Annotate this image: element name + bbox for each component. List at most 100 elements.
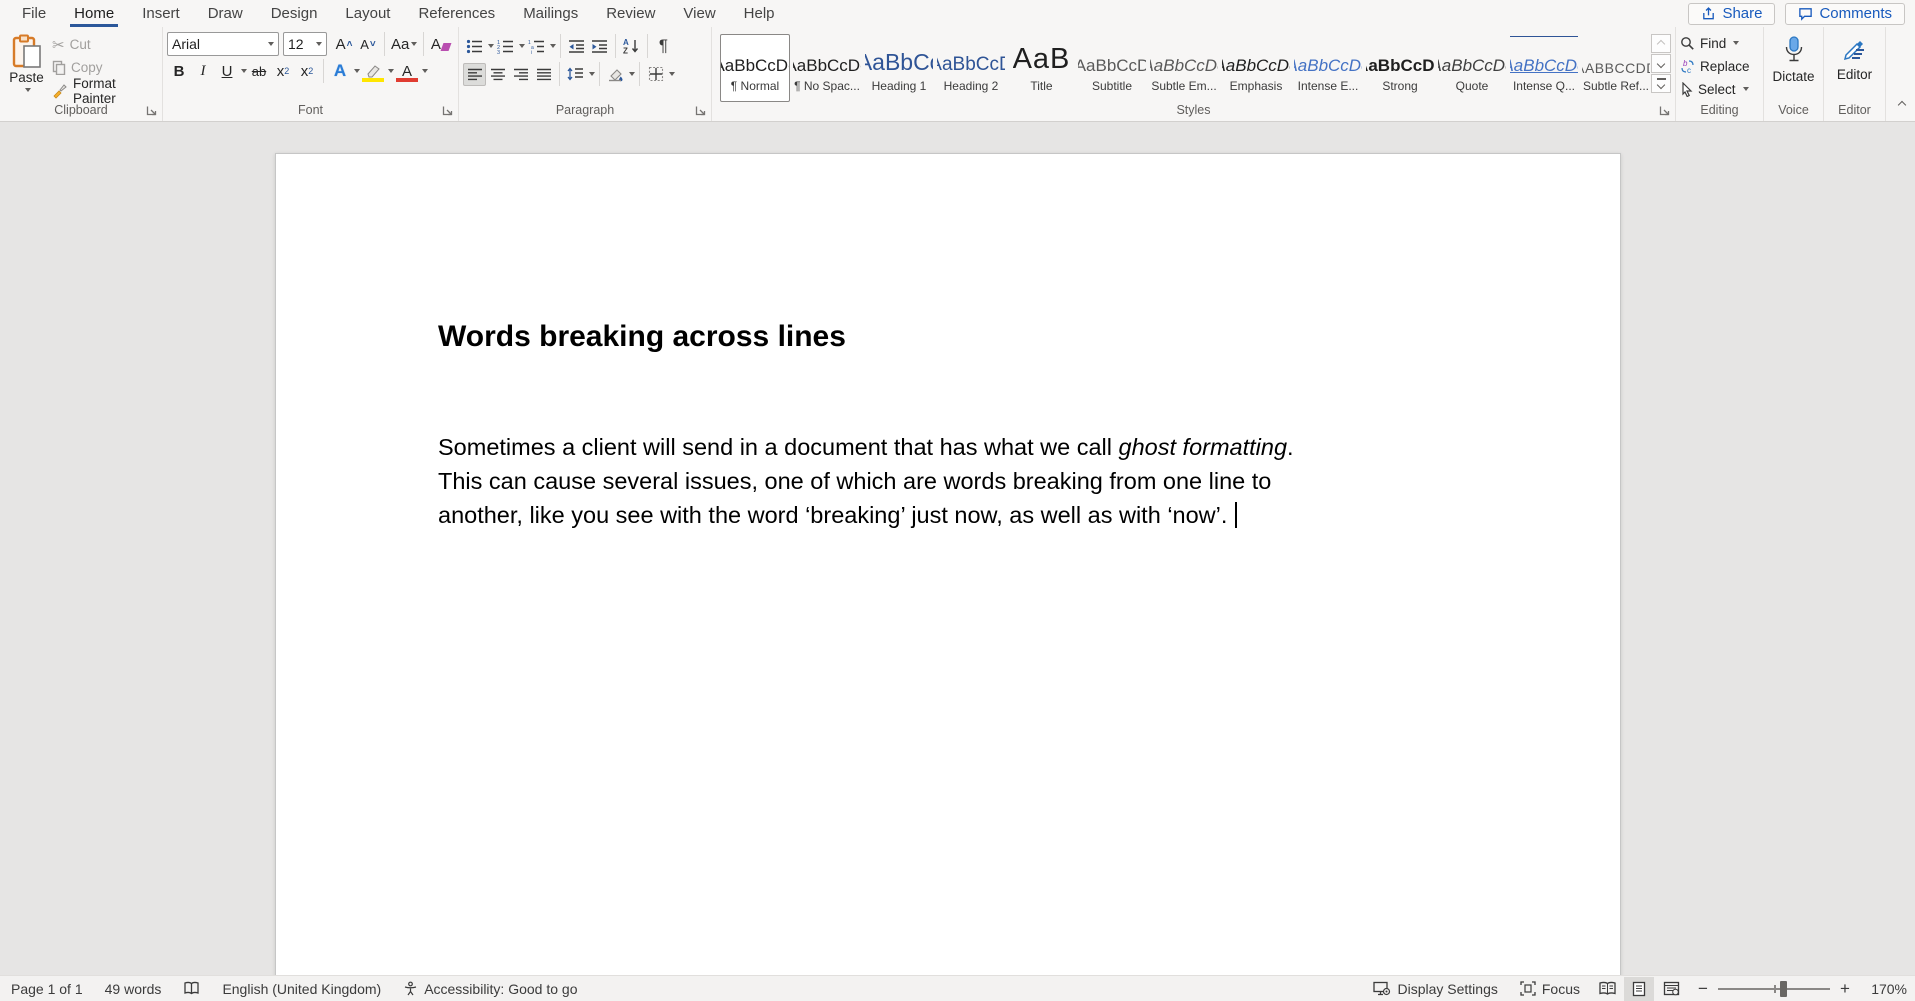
font-color-button[interactable]: A bbox=[394, 59, 420, 83]
font-size-combobox[interactable]: 12 bbox=[283, 32, 327, 56]
zoom-slider-thumb[interactable] bbox=[1780, 981, 1787, 997]
align-center-button[interactable] bbox=[486, 63, 509, 86]
paste-button[interactable]: Paste bbox=[4, 32, 49, 102]
shrink-font-button[interactable]: A˅ bbox=[356, 32, 380, 56]
collapse-ribbon-button[interactable] bbox=[1899, 95, 1905, 113]
line-spacing-dropdown-arrow[interactable] bbox=[589, 72, 595, 76]
style-no-spac[interactable]: AaBbCcDc¶ No Spac... bbox=[792, 34, 862, 102]
paste-dropdown-arrow[interactable] bbox=[25, 88, 31, 92]
align-left-button[interactable] bbox=[463, 63, 486, 86]
editor-button[interactable]: Editor bbox=[1828, 32, 1881, 102]
line-spacing-button[interactable] bbox=[564, 63, 587, 86]
document-text-line[interactable]: This can cause several issues, one of wh… bbox=[438, 464, 1294, 498]
zoom-in-button[interactable]: + bbox=[1839, 981, 1851, 997]
document-page[interactable]: Words breaking across lines Sometimes a … bbox=[275, 153, 1621, 975]
document-text-line[interactable]: Sometimes a client will send in a docume… bbox=[438, 430, 1294, 464]
tab-insert[interactable]: Insert bbox=[128, 0, 194, 27]
select-button[interactable]: Select bbox=[1680, 79, 1759, 99]
style-heading-1[interactable]: AaBbCcHeading 1 bbox=[864, 34, 934, 102]
clipboard-dialog-launcher[interactable] bbox=[145, 104, 158, 117]
superscript-button[interactable]: x2 bbox=[295, 59, 319, 83]
styles-dialog-launcher[interactable] bbox=[1658, 104, 1671, 117]
tab-layout[interactable]: Layout bbox=[331, 0, 404, 27]
style-strong[interactable]: AaBbCcDcStrong bbox=[1365, 34, 1435, 102]
multilevel-dropdown-arrow[interactable] bbox=[550, 44, 556, 48]
tab-view[interactable]: View bbox=[669, 0, 729, 27]
styles-scroll-up-button[interactable] bbox=[1651, 34, 1671, 53]
style-quote[interactable]: AaBbCcDcQuote bbox=[1437, 34, 1507, 102]
focus-button[interactable]: Focus bbox=[1509, 981, 1591, 997]
align-right-button[interactable] bbox=[509, 63, 532, 86]
zoom-out-button[interactable]: − bbox=[1697, 981, 1709, 997]
cut-button[interactable]: ✂ Cut bbox=[49, 34, 158, 55]
document-area[interactable]: Words breaking across lines Sometimes a … bbox=[0, 123, 1915, 975]
sort-button[interactable]: AZ bbox=[620, 35, 643, 58]
select-dropdown-arrow[interactable] bbox=[1743, 87, 1749, 91]
comments-button[interactable]: Comments bbox=[1785, 3, 1905, 25]
font-dialog-launcher[interactable] bbox=[441, 104, 454, 117]
bold-button[interactable]: B bbox=[167, 59, 191, 83]
style-intense-e[interactable]: AaBbCcDcIntense E... bbox=[1293, 34, 1363, 102]
tab-mailings[interactable]: Mailings bbox=[509, 0, 592, 27]
text-highlight-button[interactable] bbox=[360, 59, 386, 83]
increase-indent-button[interactable] bbox=[588, 35, 611, 58]
find-button[interactable]: Find bbox=[1680, 33, 1759, 53]
read-mode-button[interactable] bbox=[1592, 977, 1622, 1001]
proofing-status[interactable] bbox=[172, 976, 211, 1001]
tab-design[interactable]: Design bbox=[257, 0, 332, 27]
word-count[interactable]: 49 words bbox=[94, 976, 173, 1001]
document-heading[interactable]: Words breaking across lines bbox=[438, 320, 846, 354]
borders-dropdown-arrow[interactable] bbox=[669, 72, 675, 76]
underline-button[interactable]: U bbox=[215, 59, 239, 83]
shading-dropdown-arrow[interactable] bbox=[629, 72, 635, 76]
tab-review[interactable]: Review bbox=[592, 0, 669, 27]
tab-references[interactable]: References bbox=[404, 0, 509, 27]
styles-scroll-down-button[interactable] bbox=[1651, 54, 1671, 73]
style-intense-q[interactable]: AaBbCcDcIntense Q... bbox=[1509, 34, 1579, 102]
document-body[interactable]: Sometimes a client will send in a docume… bbox=[438, 430, 1294, 532]
display-settings-button[interactable]: Display Settings bbox=[1362, 981, 1508, 997]
accessibility-status[interactable]: Accessibility: Good to go bbox=[392, 976, 588, 1001]
tab-help[interactable]: Help bbox=[730, 0, 789, 27]
share-button[interactable]: Share bbox=[1688, 3, 1775, 25]
web-layout-button[interactable] bbox=[1656, 977, 1686, 1001]
style-title[interactable]: AaBTitle bbox=[1008, 34, 1075, 102]
replace-button[interactable]: bc Replace bbox=[1680, 56, 1759, 76]
page-indicator[interactable]: Page 1 of 1 bbox=[8, 976, 94, 1001]
format-painter-button[interactable]: Format Painter bbox=[49, 80, 158, 101]
subscript-button[interactable]: x2 bbox=[271, 59, 295, 83]
print-layout-button[interactable] bbox=[1624, 977, 1654, 1001]
multilevel-list-button[interactable]: 1ai bbox=[525, 35, 548, 58]
grow-font-button[interactable]: A˄ bbox=[332, 32, 356, 56]
language-indicator[interactable]: English (United Kingdom) bbox=[211, 976, 392, 1001]
font-color-dropdown-arrow[interactable] bbox=[422, 69, 428, 73]
strikethrough-button[interactable]: ab bbox=[247, 59, 271, 83]
dictate-button[interactable]: Dictate bbox=[1768, 32, 1819, 102]
style-heading-2[interactable]: AaBbCcDHeading 2 bbox=[936, 34, 1006, 102]
zoom-level[interactable]: 170% bbox=[1861, 981, 1907, 997]
italic-button[interactable]: I bbox=[191, 59, 215, 83]
styles-more-button[interactable] bbox=[1651, 74, 1671, 93]
borders-button[interactable] bbox=[644, 63, 667, 86]
tab-file[interactable]: File bbox=[8, 0, 60, 27]
zoom-slider[interactable] bbox=[1718, 981, 1830, 997]
tab-draw[interactable]: Draw bbox=[194, 0, 257, 27]
bullets-button[interactable] bbox=[463, 35, 486, 58]
decrease-indent-button[interactable] bbox=[565, 35, 588, 58]
document-text-line[interactable]: another, like you see with the word ‘bre… bbox=[438, 498, 1294, 532]
justify-button[interactable] bbox=[532, 63, 555, 86]
style-normal[interactable]: AaBbCcDc¶ Normal bbox=[720, 34, 790, 102]
style-subtle-ref[interactable]: AABBCCDDSubtle Ref... bbox=[1581, 34, 1651, 102]
style-emphasis[interactable]: AaBbCcDcEmphasis bbox=[1221, 34, 1291, 102]
show-formatting-marks-button[interactable]: ¶ bbox=[652, 35, 675, 58]
numbering-button[interactable]: 123 bbox=[494, 35, 517, 58]
find-dropdown-arrow[interactable] bbox=[1733, 41, 1739, 45]
style-subtle-em[interactable]: AaBbCcDcSubtle Em... bbox=[1149, 34, 1219, 102]
paragraph-dialog-launcher[interactable] bbox=[694, 104, 707, 117]
clear-formatting-button[interactable]: A bbox=[428, 32, 452, 56]
text-effects-button[interactable]: A bbox=[328, 59, 352, 83]
style-subtitle[interactable]: AaBbCcDSubtitle bbox=[1077, 34, 1147, 102]
shading-button[interactable] bbox=[604, 63, 627, 86]
tab-home[interactable]: Home bbox=[60, 0, 128, 27]
change-case-button[interactable]: Aa bbox=[389, 32, 419, 56]
